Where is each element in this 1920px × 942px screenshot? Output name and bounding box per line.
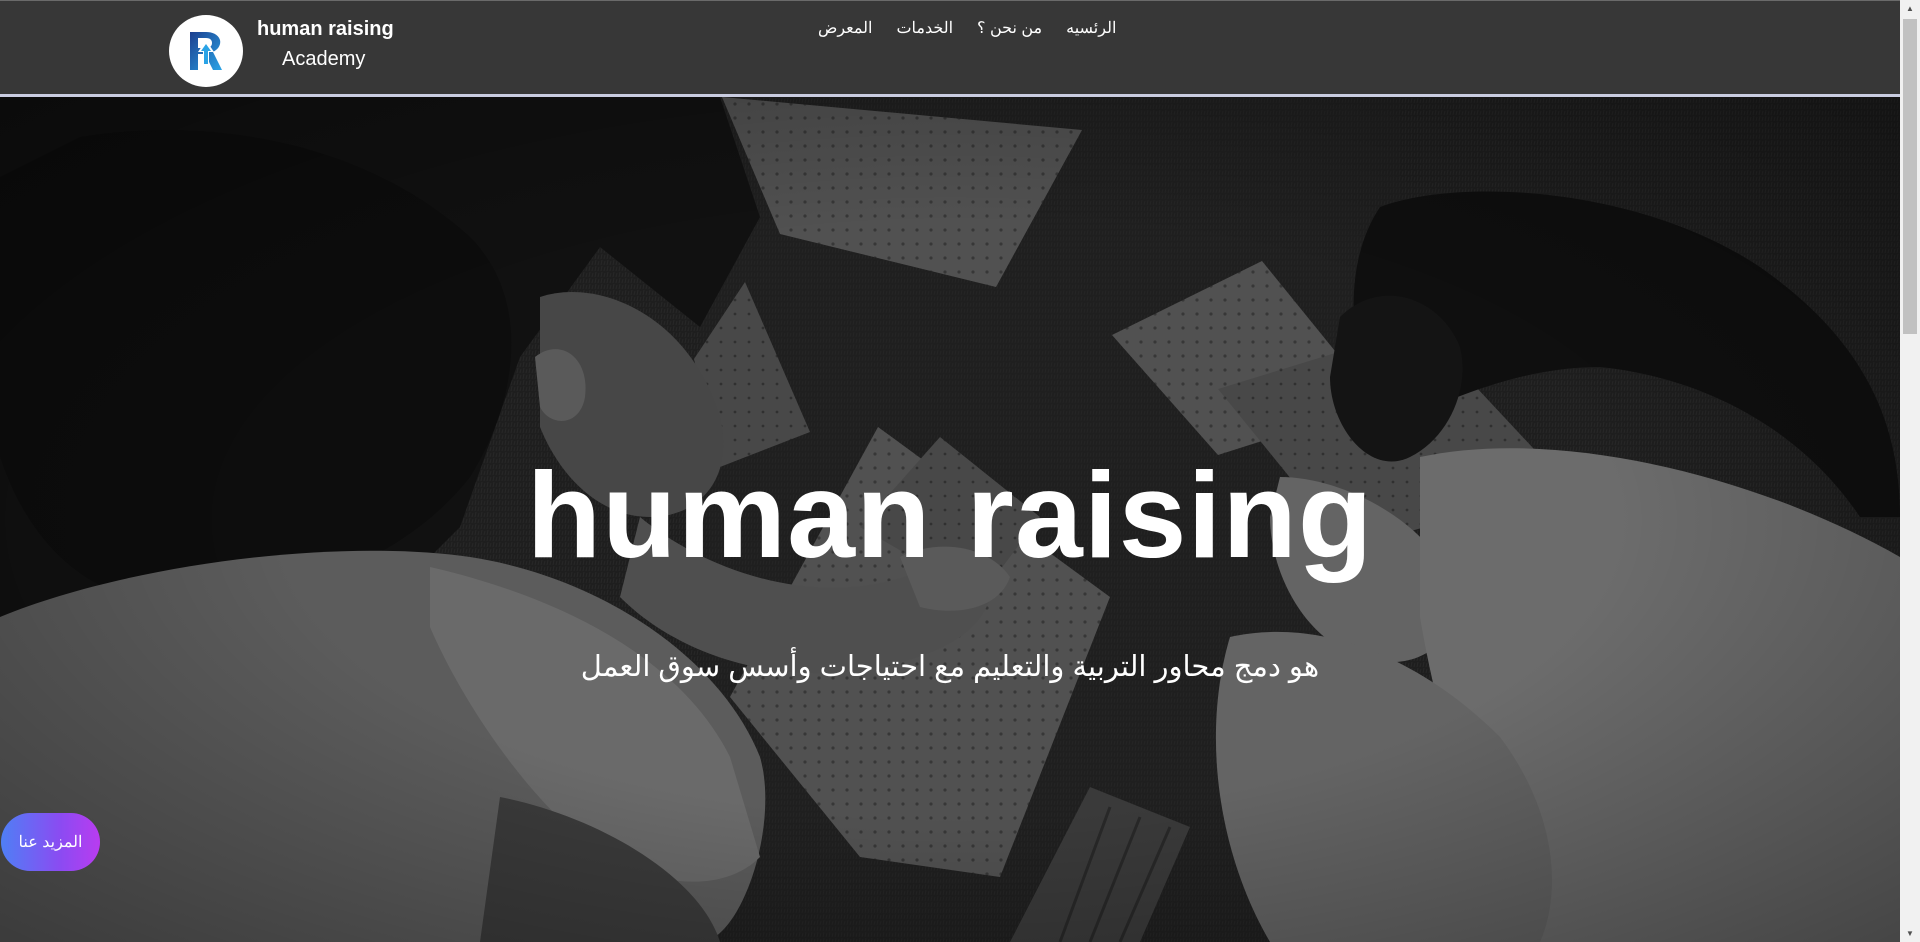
brand-name[interactable]: human raising <box>257 18 394 41</box>
site-header: human raising Academy المعرض الخدمات من … <box>0 0 1900 97</box>
hero-title: human raising <box>526 447 1374 583</box>
logo[interactable] <box>169 15 243 87</box>
nav-item-about[interactable]: من نحن ؟ <box>977 18 1042 38</box>
more-about-us-button[interactable]: المزيد عنا <box>1 813 100 871</box>
nav-item-gallery[interactable]: المعرض <box>818 18 872 38</box>
page: human raising Academy المعرض الخدمات من … <box>0 0 1920 942</box>
nav-item-home[interactable]: الرئسيه <box>1066 18 1116 38</box>
scrollbar-thumb[interactable] <box>1903 19 1917 334</box>
brand-subtitle: Academy <box>282 48 366 70</box>
vertical-scrollbar[interactable]: ▲ ▼ <box>1900 0 1920 942</box>
main-nav: المعرض الخدمات من نحن ؟ الرئسيه <box>818 18 1116 38</box>
hero-subtitle: هو دمج محاور التربية والتعليم مع احتياجا… <box>580 651 1320 683</box>
triangle-down-icon[interactable]: ▼ <box>1900 925 1920 942</box>
nav-item-services[interactable]: الخدمات <box>896 18 953 38</box>
hero-section: human raising هو دمج محاور التربية والتع… <box>0 97 1900 942</box>
r-arrow-logo-icon <box>190 32 222 70</box>
triangle-up-icon[interactable]: ▲ <box>1900 0 1920 17</box>
